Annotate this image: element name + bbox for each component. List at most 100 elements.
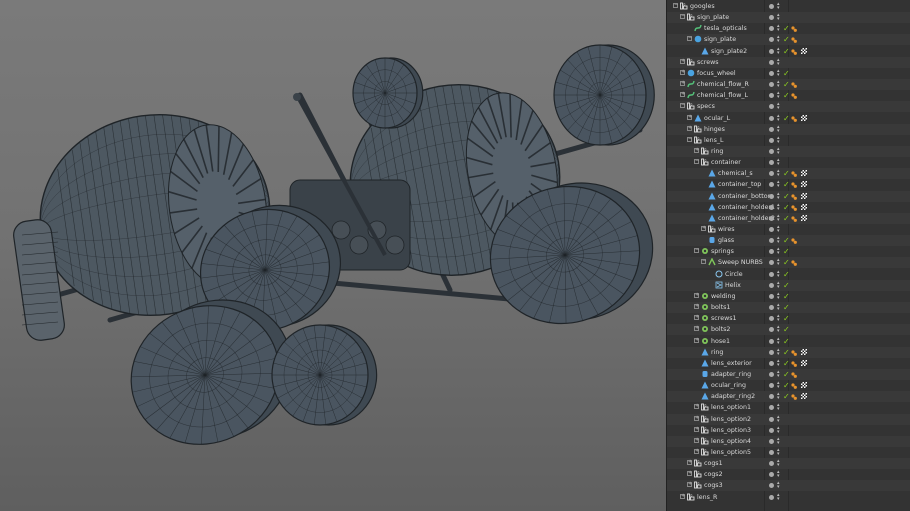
object-name[interactable]: chemical_s — [718, 168, 753, 179]
object-name[interactable]: sign_plate — [697, 12, 729, 23]
material-tag-icon[interactable] — [801, 192, 807, 199]
tree-row[interactable]: +0 hinges ▴ ▾ — [667, 123, 910, 135]
tree-row[interactable]: − Sweep NURBS ▴ ▾ ✓ — [667, 257, 910, 269]
visibility-dot-icon[interactable] — [769, 171, 774, 177]
visibility-dot-icon[interactable] — [769, 260, 774, 266]
object-name[interactable]: chemical_flow_L — [697, 90, 748, 101]
expand-icon[interactable]: + — [694, 437, 699, 443]
enabled-check-icon[interactable]: ✓ — [783, 113, 790, 124]
visibility-dot-icon[interactable] — [769, 472, 774, 478]
render-toggle-icon[interactable]: ▴ ▾ — [777, 236, 781, 245]
visibility-dot-icon[interactable] — [769, 293, 774, 299]
object-name[interactable]: screws1 — [711, 313, 737, 324]
render-toggle-icon[interactable]: ▴ ▾ — [777, 269, 781, 278]
tree-row[interactable]: tesla_opticals ▴ ▾ ✓ — [667, 23, 910, 34]
enabled-check-icon[interactable]: ✓ — [783, 68, 790, 79]
object-name[interactable]: sign_plate2 — [711, 46, 747, 57]
enabled-check-icon[interactable]: ✓ — [783, 79, 790, 90]
objects-panel[interactable]: − 0 googles ▴ ▾ − 0 sign_plate ▴ ▾ tesla_opticals ▴… — [666, 0, 910, 511]
object-name[interactable]: ring — [711, 347, 723, 358]
enabled-check-icon[interactable]: ✓ — [783, 168, 790, 179]
tree-row[interactable]: ocular_ring ▴ ▾ ✓ — [667, 380, 910, 391]
render-toggle-icon[interactable]: ▴ ▾ — [777, 347, 781, 356]
tree-row[interactable]: lens_exterior ▴ ▾ ✓ — [667, 358, 910, 369]
tree-row[interactable]: + bolts2 ▴ ▾ ✓ — [667, 324, 910, 336]
render-toggle-icon[interactable]: ▴ ▾ — [777, 146, 781, 155]
object-name[interactable]: lens_option4 — [711, 436, 751, 447]
render-toggle-icon[interactable]: ▴ ▾ — [777, 135, 781, 144]
object-name[interactable]: container_holder2 — [718, 213, 775, 224]
visibility-dot-icon[interactable] — [769, 316, 774, 322]
phong-tag-icon[interactable] — [791, 25, 797, 33]
phong-tag-icon[interactable] — [791, 92, 797, 100]
render-toggle-icon[interactable]: ▴ ▾ — [777, 24, 781, 33]
visibility-dot-icon[interactable] — [769, 371, 774, 377]
tree-row[interactable]: container_holder1 ▴ ▾ ✓ — [667, 202, 910, 213]
tree-row[interactable]: + chemical_flow_L ▴ ▾ ✓ — [667, 90, 910, 101]
visibility-dot-icon[interactable] — [769, 70, 774, 76]
visibility-dot-icon[interactable] — [769, 305, 774, 311]
phong-tag-icon[interactable] — [791, 181, 797, 189]
enabled-check-icon[interactable]: ✓ — [783, 358, 790, 369]
tree-row[interactable]: − 0 sign_plate ▴ ▾ — [667, 12, 910, 24]
render-toggle-icon[interactable]: ▴ ▾ — [777, 314, 781, 323]
render-toggle-icon[interactable]: ▴ ▾ — [777, 291, 781, 300]
object-name[interactable]: cogs2 — [704, 469, 723, 480]
enabled-check-icon[interactable]: ✓ — [783, 90, 790, 101]
visibility-dot-icon[interactable] — [769, 204, 774, 210]
object-name[interactable]: lens_option3 — [711, 425, 751, 436]
render-toggle-icon[interactable]: ▴ ▾ — [777, 414, 781, 423]
tree-row[interactable]: Helix ▴ ▾ ✓ — [667, 279, 910, 291]
tree-row[interactable]: + ocular_L ▴ ▾ ✓ — [667, 113, 910, 124]
visibility-dot-icon[interactable] — [769, 182, 774, 188]
phong-tag-icon[interactable] — [791, 259, 797, 267]
render-toggle-icon[interactable]: ▴ ▾ — [777, 481, 781, 490]
visibility-dot-icon[interactable] — [769, 327, 774, 333]
phong-tag-icon[interactable] — [791, 204, 797, 211]
visibility-dot-icon[interactable] — [769, 494, 774, 500]
phong-tag-icon[interactable] — [791, 382, 797, 389]
expand-icon[interactable]: + — [694, 426, 699, 432]
object-name[interactable]: bolts1 — [711, 302, 730, 313]
visibility-dot-icon[interactable] — [769, 148, 774, 154]
phong-tag-icon[interactable] — [791, 36, 797, 44]
object-name[interactable]: Helix — [725, 280, 741, 291]
material-tag-icon[interactable] — [801, 114, 807, 121]
tree-row[interactable]: Circle ▴ ▾ ✓ — [667, 269, 910, 280]
object-name[interactable]: adapter_ring — [711, 369, 751, 380]
expand-icon[interactable]: + — [687, 471, 692, 477]
phong-tag-icon[interactable] — [791, 393, 797, 401]
visibility-dot-icon[interactable] — [769, 450, 774, 455]
object-name[interactable]: container_top — [718, 179, 761, 190]
render-toggle-icon[interactable]: ▴ ▾ — [777, 169, 781, 178]
enabled-check-icon[interactable]: ✓ — [783, 313, 790, 324]
expand-icon[interactable]: + — [694, 404, 699, 410]
render-toggle-icon[interactable]: ▴ ▾ — [777, 280, 781, 289]
collapse-icon[interactable]: − — [687, 36, 692, 42]
object-name[interactable]: lens_option1 — [711, 402, 751, 413]
material-tag-icon[interactable] — [801, 382, 807, 389]
object-name[interactable]: lens_option2 — [711, 414, 751, 425]
object-name[interactable]: Circle — [725, 269, 743, 280]
visibility-dot-icon[interactable] — [769, 215, 774, 221]
3d-viewport[interactable] — [0, 0, 666, 511]
enabled-check-icon[interactable]: ✓ — [783, 391, 790, 402]
enabled-check-icon[interactable]: ✓ — [783, 347, 790, 358]
expand-icon[interactable]: + — [694, 337, 699, 343]
tree-row[interactable]: +0 lens_option2 ▴ ▾ — [667, 413, 910, 425]
enabled-check-icon[interactable]: ✓ — [783, 191, 790, 202]
object-name[interactable]: lens_option5 — [711, 447, 751, 458]
tree-row[interactable]: − 0 lens_L ▴ ▾ — [667, 135, 910, 146]
enabled-check-icon[interactable]: ✓ — [783, 46, 790, 57]
visibility-dot-icon[interactable] — [769, 282, 774, 288]
render-toggle-icon[interactable]: ▴ ▾ — [777, 459, 781, 468]
collapse-icon[interactable]: − — [673, 3, 678, 8]
visibility-dot-icon[interactable] — [769, 26, 774, 32]
phong-tag-icon[interactable] — [791, 360, 797, 367]
expand-icon[interactable]: + — [680, 81, 685, 87]
render-toggle-icon[interactable]: ▴ ▾ — [777, 448, 781, 457]
object-name[interactable]: lens_exterior — [711, 358, 752, 369]
tree-row[interactable]: − 0 specs ▴ ▾ — [667, 101, 910, 113]
enabled-check-icon[interactable]: ✓ — [783, 380, 790, 391]
tree-row[interactable]: +0 cogs3 ▴ ▾ — [667, 480, 910, 492]
